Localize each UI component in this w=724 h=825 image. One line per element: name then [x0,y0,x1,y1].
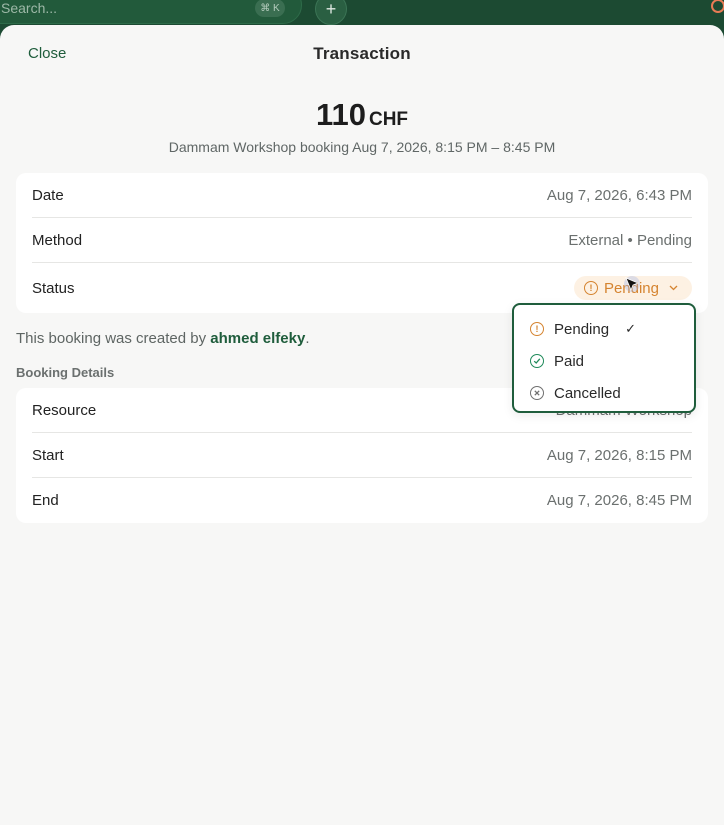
check-circle-icon [530,354,544,368]
date-value: Aug 7, 2026, 6:43 PM [546,186,692,204]
method-row: Method External • Pending [32,218,692,263]
amount: 110 CHF [0,97,724,133]
status-option-label: Pending [554,320,610,338]
status-label: Status [32,279,75,297]
status-option-label: Cancelled [554,384,621,402]
method-value: External • Pending [568,231,692,249]
status-option-pending[interactable]: ! Pending ✓ [514,313,694,345]
end-label: End [32,492,59,509]
exclamation-circle-icon: ! [530,322,544,336]
end-value: Aug 7, 2026, 8:45 PM [546,492,692,509]
end-row: End Aug 7, 2026, 8:45 PM [32,478,692,523]
search-shortcut-badge: ⌘ K [255,0,285,17]
exclamation-circle-icon: ! [583,281,598,295]
transaction-sheet: Close Transaction 110 CHF Dammam Workshop… [0,25,724,825]
start-row: Start Aug 7, 2026, 8:15 PM [32,433,692,478]
date-row: Date Aug 7, 2026, 6:43 PM [32,173,692,218]
sheet-title: Transaction [313,44,411,63]
resource-label: Resource [32,401,97,419]
check-icon: ✓ [625,321,636,336]
status-option-label: Paid [554,352,585,370]
start-label: Start [32,446,64,464]
x-circle-icon [530,386,544,400]
search-placeholder: Search... [1,0,58,16]
mouse-cursor-icon [624,276,644,296]
status-dropdown-menu: ! Pending ✓ Paid Cancelled [512,303,696,413]
created-by-prefix: This booking was created by [16,330,211,347]
booking-details-heading: Booking Details [16,365,115,380]
start-value: Aug 7, 2026, 8:15 PM [546,446,692,464]
profile-icon[interactable] [710,0,724,14]
created-by-text: This booking was created by ahmed elfeky… [16,330,310,347]
method-label: Method [32,231,83,249]
amount-currency: CHF [368,109,409,130]
chevron-down-icon [669,283,678,294]
amount-value: 110 [315,97,366,132]
status-option-cancelled[interactable]: Cancelled [514,377,694,409]
transaction-details-card: Date Aug 7, 2026, 6:43 PM Method Externa… [16,173,708,313]
date-label: Date [32,186,64,204]
booking-summary: Dammam Workshop booking Aug 7, 2026, 8:1… [168,139,556,155]
status-option-paid[interactable]: Paid [514,345,694,377]
add-button[interactable]: + [315,0,347,25]
created-by-suffix: . [305,330,310,347]
created-by-user-link[interactable]: ahmed elfeky [210,330,305,347]
